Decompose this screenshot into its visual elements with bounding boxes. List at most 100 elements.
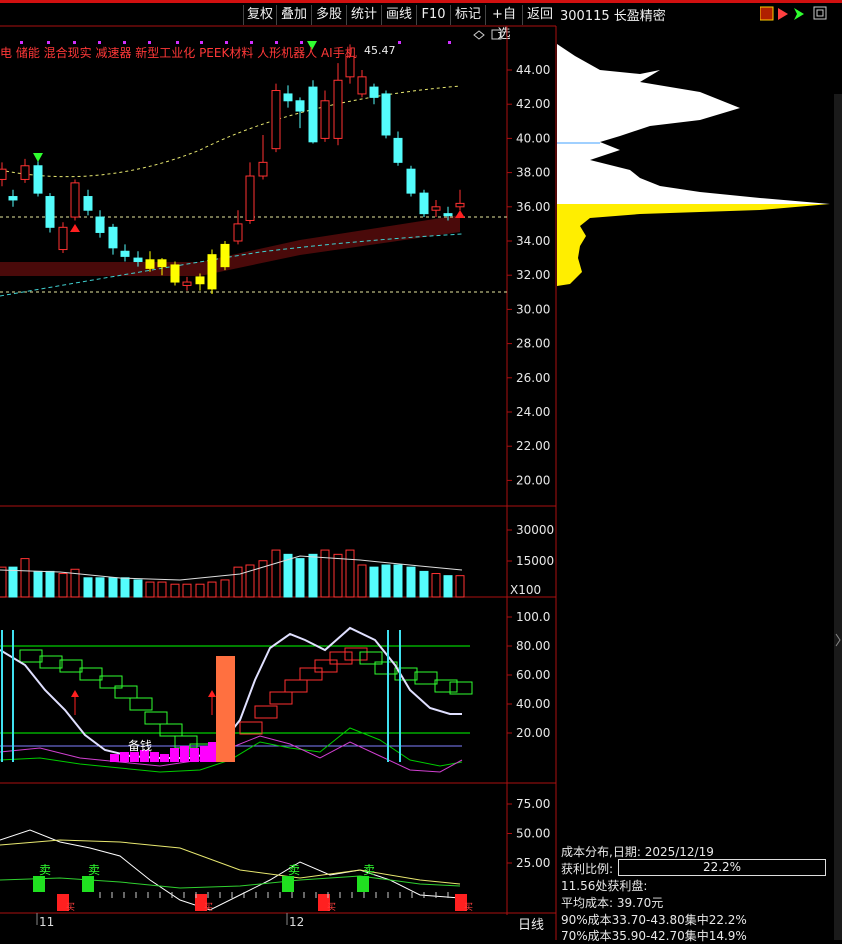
volume-bar <box>393 564 403 598</box>
candle-body <box>83 196 93 211</box>
volume-bar <box>182 583 192 598</box>
candle-body <box>170 264 180 283</box>
candle-body <box>8 196 18 201</box>
price-axis: 44.00 42.00 40.00 38.00 36.00 34.00 32.00 30.00… <box>507 63 550 487</box>
kdj-box <box>314 659 338 673</box>
kdj-box <box>284 679 308 693</box>
price-tick: 24.00 <box>516 405 550 419</box>
price-tick: 26.00 <box>516 371 550 385</box>
price-tick: 28.00 <box>516 337 550 351</box>
candle-body <box>431 206 441 211</box>
money-bar <box>170 748 179 762</box>
candle-body <box>120 250 130 257</box>
sell-block <box>282 876 294 892</box>
money-bar <box>110 754 119 762</box>
kdj-tick: 20.00 <box>516 726 550 740</box>
chip-distribution-white <box>557 44 830 204</box>
candle-body <box>393 137 403 163</box>
sell-label: 卖 <box>363 863 375 877</box>
cost-70-range: 70%成本35.90-42.70集中14.9% <box>561 929 747 943</box>
money-bar <box>208 742 217 762</box>
chip-distribution-yellow <box>557 204 830 286</box>
buy-label: 买 <box>464 902 473 913</box>
bottom-axis: 75.00 50.00 25.00 <box>507 797 550 870</box>
x-label-nov: 11 <box>39 915 54 929</box>
chart-area: 44.00 42.00 40.00 38.00 36.00 34.00 32.00 30.00… <box>0 25 842 940</box>
kdj-axis: 100.0 80.00 60.00 40.00 20.00 <box>507 610 550 740</box>
volume-bar <box>455 575 465 598</box>
candle-body <box>308 86 318 143</box>
indicator-label: 备钱 <box>128 738 152 753</box>
x-label-dec: 12 <box>289 915 304 929</box>
money-bar <box>130 752 139 762</box>
price-tick: 40.00 <box>516 131 550 145</box>
candle-body <box>33 165 43 194</box>
bottom-tick: 50.00 <box>516 827 550 841</box>
period-selector[interactable]: 日线 <box>518 914 544 933</box>
money-bar <box>180 746 189 762</box>
candle-body <box>20 165 30 180</box>
money-bar <box>160 754 169 762</box>
volume-bar <box>20 558 30 598</box>
candle-body <box>70 182 80 218</box>
volume-bar <box>58 573 68 598</box>
buy-label: 买 <box>66 902 75 913</box>
candle-body <box>271 90 281 150</box>
candle-body <box>133 257 143 263</box>
candle-body <box>320 100 330 139</box>
profit-ratio-bar: 22.2% <box>618 859 826 876</box>
cost-90-range: 90%成本33.70-43.80集中22.2% <box>561 913 747 927</box>
candle-body <box>108 226 118 249</box>
volume-bar <box>271 549 281 598</box>
candle-body <box>195 276 205 285</box>
candle-body <box>58 226 68 251</box>
volume-bar <box>369 566 379 598</box>
kdj-box <box>254 705 278 719</box>
candle-body <box>419 192 429 215</box>
average-cost: 平均成本: 39.70元 <box>561 896 664 910</box>
scrollbar[interactable] <box>834 94 842 940</box>
money-bar <box>200 746 209 762</box>
kdj-tick: 60.00 <box>516 668 550 682</box>
volume-bar <box>157 581 167 598</box>
volume-bar <box>220 579 230 598</box>
diamond-icon[interactable] <box>473 30 485 40</box>
volume-unit: X100 <box>510 583 541 597</box>
volume-bar <box>233 566 243 598</box>
candle-body <box>283 93 293 102</box>
volume-bar <box>333 553 343 598</box>
candle-body <box>182 281 192 286</box>
channel-band <box>0 215 460 276</box>
bottom-tick-marks <box>99 892 449 898</box>
candle-body <box>455 202 465 208</box>
volume-bar <box>45 570 55 598</box>
profit-at-price: 11.56处获利盘: <box>561 879 648 893</box>
volume-bar <box>419 570 429 598</box>
sell-block <box>33 876 45 892</box>
volume-bar <box>170 583 180 598</box>
candle-body <box>145 259 155 269</box>
volume-bar <box>207 581 217 598</box>
red-arrows <box>71 690 216 715</box>
volume-bar <box>33 570 43 598</box>
profit-ratio-value: 22.2% <box>702 860 742 874</box>
volume-bar <box>120 577 130 598</box>
volume-bar <box>443 575 453 598</box>
money-bar <box>120 752 129 762</box>
candle-body <box>295 100 305 112</box>
panel-toggle-icon[interactable] <box>491 29 502 40</box>
volume-bar <box>308 553 318 598</box>
volume-tick: 15000 <box>516 554 554 568</box>
candle-body <box>157 259 167 268</box>
volume-bar <box>145 581 155 598</box>
bottom-yellow-line <box>0 839 461 885</box>
candle-body <box>45 196 55 228</box>
price-tick: 44.00 <box>516 63 550 77</box>
cyan-signal-lines <box>1 630 401 762</box>
candle-body <box>357 76 367 95</box>
bottom-green-line <box>0 875 461 889</box>
candle-body <box>233 223 243 242</box>
cost-header: 成本分布,日期: 2025/12/19 <box>561 843 714 860</box>
kdj-tick: 40.00 <box>516 697 550 711</box>
price-tick: 36.00 <box>516 200 550 214</box>
